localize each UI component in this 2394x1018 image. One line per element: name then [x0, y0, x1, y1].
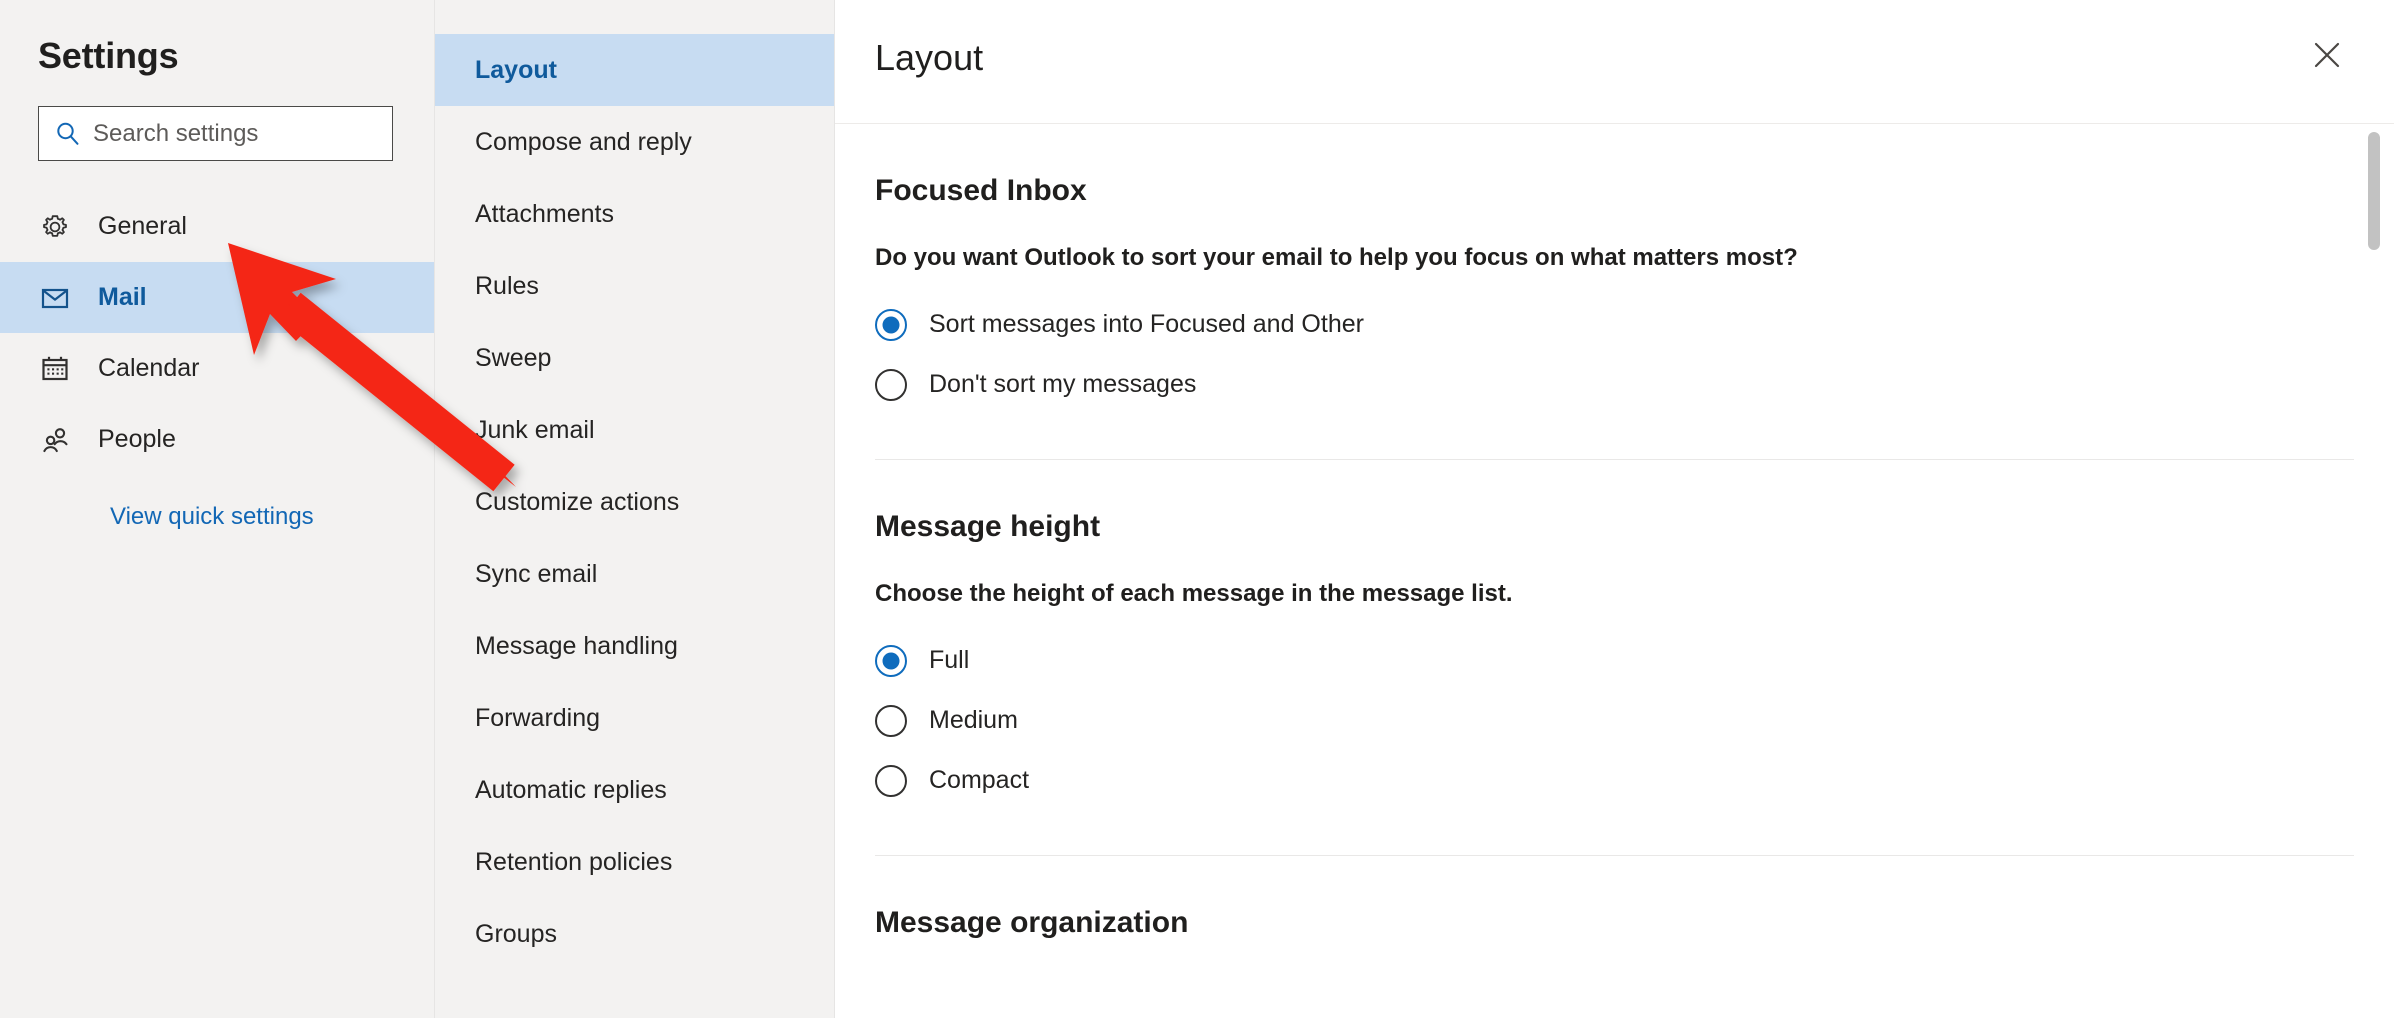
section-message-height: Message height Choose the height of each… — [875, 509, 2354, 856]
radio-mark[interactable] — [875, 368, 907, 401]
sidebar-nav: General Mail Calendar People — [0, 191, 434, 475]
close-button[interactable] — [2304, 34, 2350, 80]
section-description: Choose the height of each message in the… — [875, 579, 1513, 607]
radio-option-medium[interactable]: Medium — [875, 691, 2354, 751]
settings-content-panel: Layout Focused Inbox Do you want Outlook… — [835, 0, 2394, 1018]
people-icon — [38, 423, 72, 457]
nav-item-sync-email[interactable]: Sync email — [435, 538, 834, 610]
sidebar-item-general[interactable]: General — [0, 191, 434, 262]
radio-mark[interactable] — [875, 704, 907, 737]
content-title: Layout — [875, 37, 984, 78]
close-icon — [2310, 38, 2344, 77]
radio-option-compact[interactable]: Compact — [875, 751, 2354, 811]
section-heading: Message organization — [875, 905, 1189, 939]
settings-dialog: Settings G — [0, 0, 2394, 1018]
section-heading: Message height — [875, 509, 1101, 543]
nav-item-layout[interactable]: Layout — [435, 34, 834, 106]
settings-sidebar: Settings G — [0, 0, 435, 1018]
radio-label: Sort messages into Focused and Other — [929, 310, 1364, 339]
radio-option-full[interactable]: Full — [875, 631, 2354, 691]
view-quick-settings-link[interactable]: View quick settings — [110, 503, 314, 531]
page-title: Settings — [38, 35, 179, 76]
content-scrollbar[interactable] — [2368, 132, 2380, 1002]
radio-label: Full — [929, 646, 970, 675]
search-icon — [53, 119, 83, 149]
radio-mark[interactable] — [875, 764, 907, 797]
message-height-radio-group: Full Medium Compact — [875, 631, 2354, 811]
section-description: Do you want Outlook to sort your email t… — [875, 244, 1798, 271]
radio-option-dont-sort[interactable]: Don't sort my messages — [875, 355, 2354, 415]
section-message-organization: Message organization — [875, 905, 2354, 939]
sidebar-item-label: Mail — [98, 283, 147, 311]
radio-label: Don't sort my messages — [929, 370, 1197, 399]
sidebar-item-label: People — [98, 425, 176, 453]
focused-inbox-radio-group: Sort messages into Focused and Other Don… — [875, 295, 2354, 415]
radio-mark[interactable] — [875, 644, 907, 677]
nav-item-automatic-replies[interactable]: Automatic replies — [435, 754, 834, 826]
sidebar-item-mail[interactable]: Mail — [0, 262, 434, 333]
sidebar-item-label: Calendar — [98, 354, 200, 382]
search-input[interactable] — [93, 119, 378, 148]
radio-mark[interactable] — [875, 308, 907, 341]
search-settings-box[interactable] — [38, 106, 393, 161]
sidebar-item-calendar[interactable]: Calendar — [0, 333, 434, 404]
radio-option-sort-focused-other[interactable]: Sort messages into Focused and Other — [875, 295, 2354, 355]
radio-label: Medium — [929, 706, 1018, 735]
section-divider — [875, 458, 2354, 460]
radio-label: Compact — [929, 766, 1030, 795]
nav-item-retention-policies[interactable]: Retention policies — [435, 826, 834, 898]
envelope-icon — [38, 281, 72, 315]
mail-settings-nav: Layout Compose and reply Attachments Rul… — [435, 0, 835, 1018]
nav-item-junk-email[interactable]: Junk email — [435, 394, 834, 466]
content-body: Focused Inbox Do you want Outlook to sor… — [835, 176, 2394, 1018]
section-heading: Focused Inbox — [875, 174, 1087, 207]
content-header: Layout — [835, 0, 2394, 124]
nav-item-customize-actions[interactable]: Customize actions — [435, 466, 834, 538]
sidebar-item-people[interactable]: People — [0, 404, 434, 475]
nav-item-message-handling[interactable]: Message handling — [435, 610, 834, 682]
sidebar-item-label: General — [98, 212, 187, 240]
nav-item-compose-and-reply[interactable]: Compose and reply — [435, 106, 834, 178]
section-divider — [875, 854, 2354, 856]
scrollbar-thumb[interactable] — [2368, 132, 2380, 250]
gear-icon — [38, 210, 72, 244]
calendar-icon — [38, 352, 72, 386]
nav-item-forwarding[interactable]: Forwarding — [435, 682, 834, 754]
nav-item-groups[interactable]: Groups — [435, 898, 834, 970]
nav-item-sweep[interactable]: Sweep — [435, 322, 834, 394]
section-focused-inbox: Focused Inbox Do you want Outlook to sor… — [875, 176, 2354, 460]
nav-item-rules[interactable]: Rules — [435, 250, 834, 322]
nav-item-attachments[interactable]: Attachments — [435, 178, 834, 250]
